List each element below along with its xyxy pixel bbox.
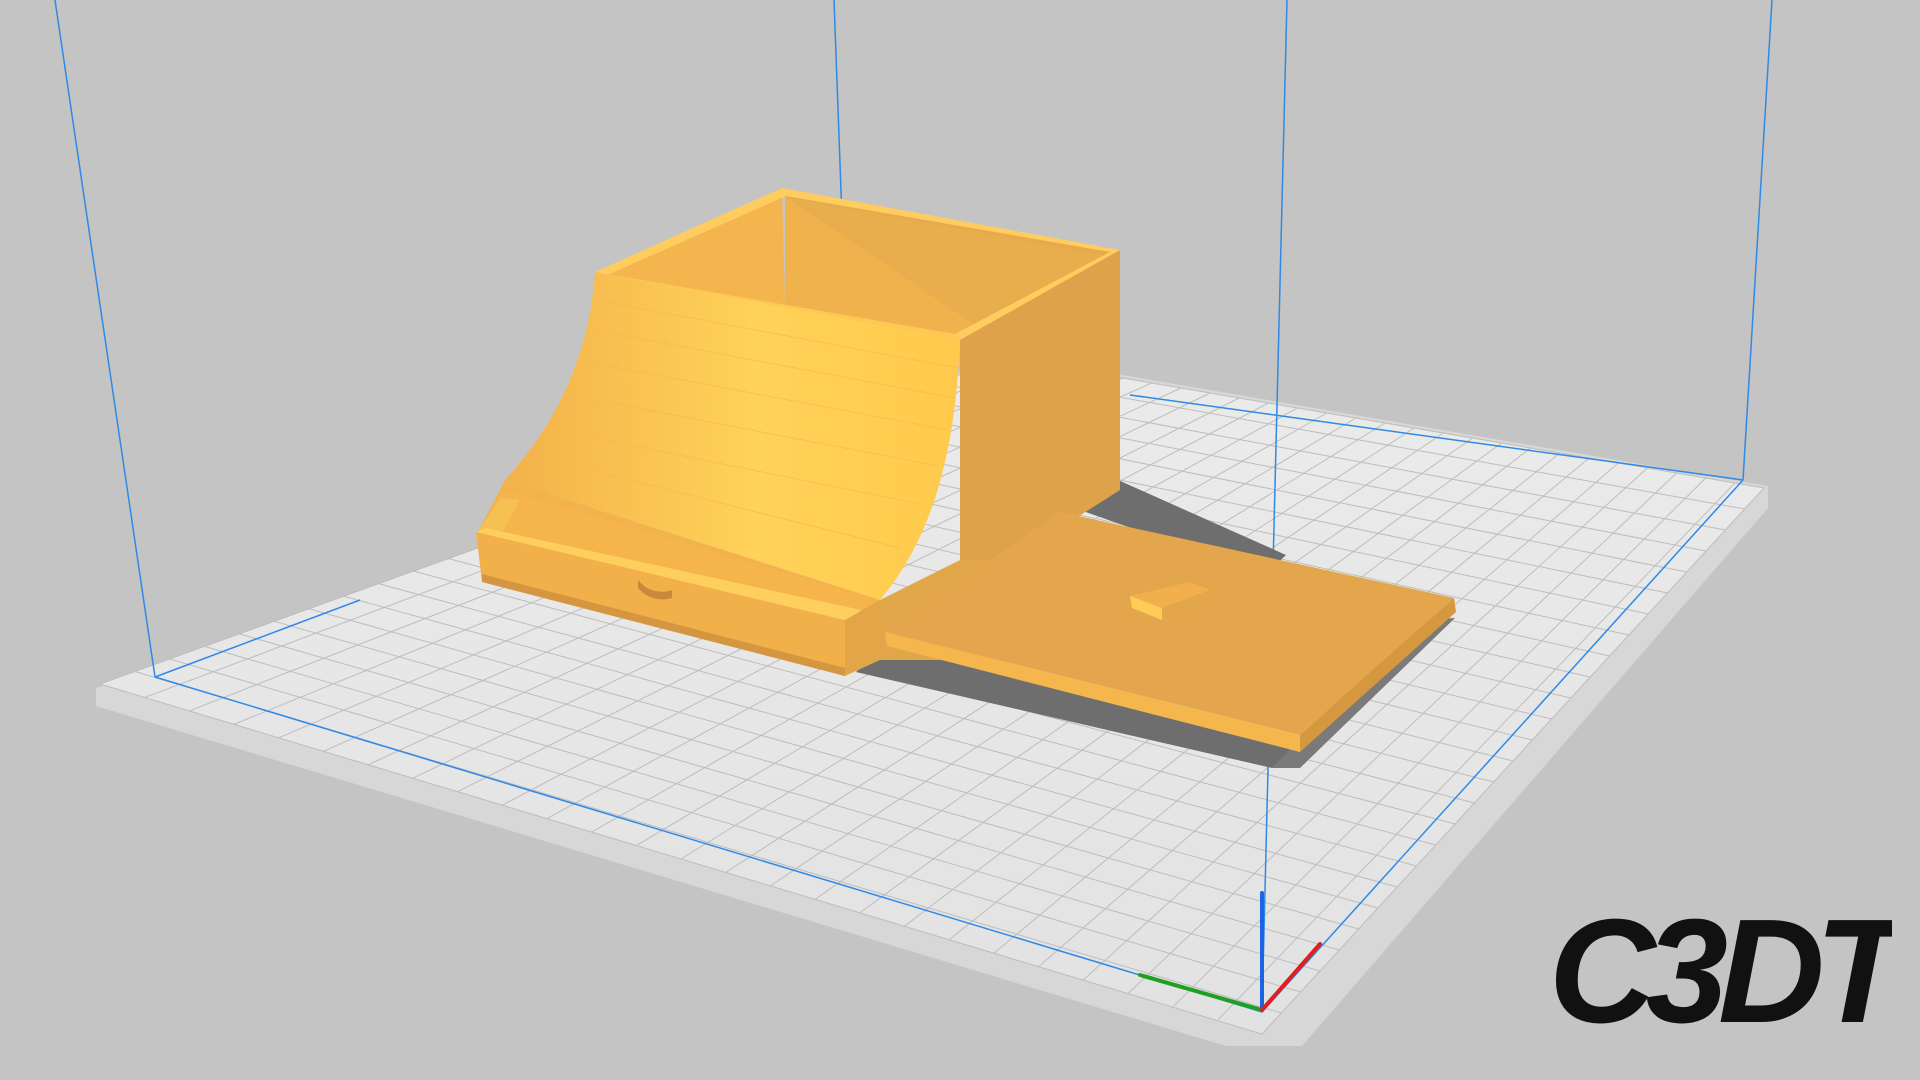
c3dt-logo: C3DT (1552, 894, 1892, 1044)
slicer-3d-viewport[interactable]: C3DT (0, 0, 1920, 1080)
watermark-text: C3DT (1552, 894, 1892, 1044)
